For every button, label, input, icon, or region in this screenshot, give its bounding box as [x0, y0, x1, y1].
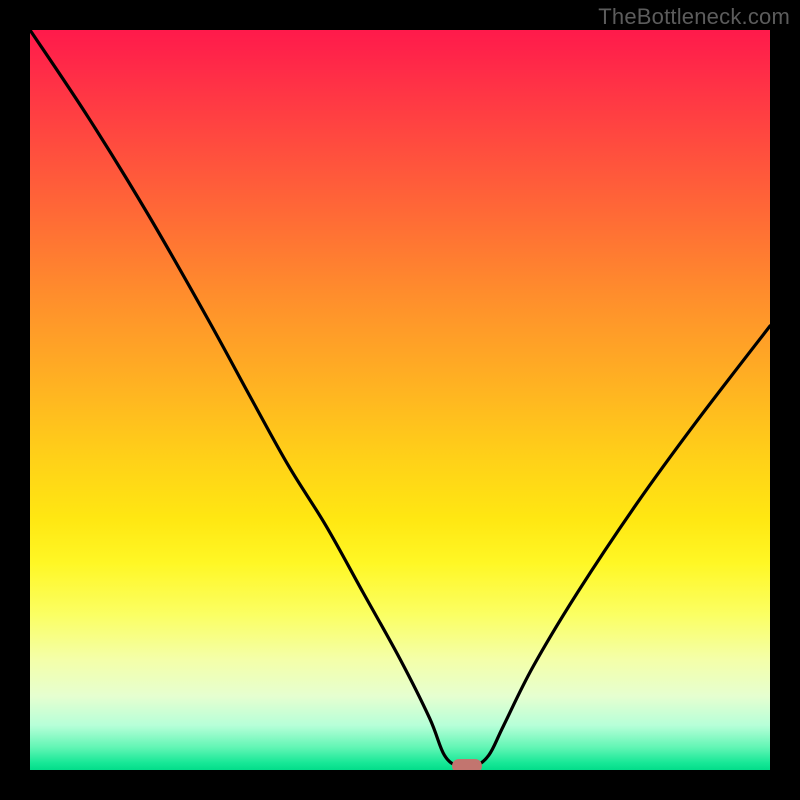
bottleneck-curve	[30, 30, 770, 770]
watermark-text: TheBottleneck.com	[598, 4, 790, 30]
optimal-point-marker	[452, 759, 482, 770]
plot-area	[30, 30, 770, 770]
chart-frame: TheBottleneck.com	[0, 0, 800, 800]
